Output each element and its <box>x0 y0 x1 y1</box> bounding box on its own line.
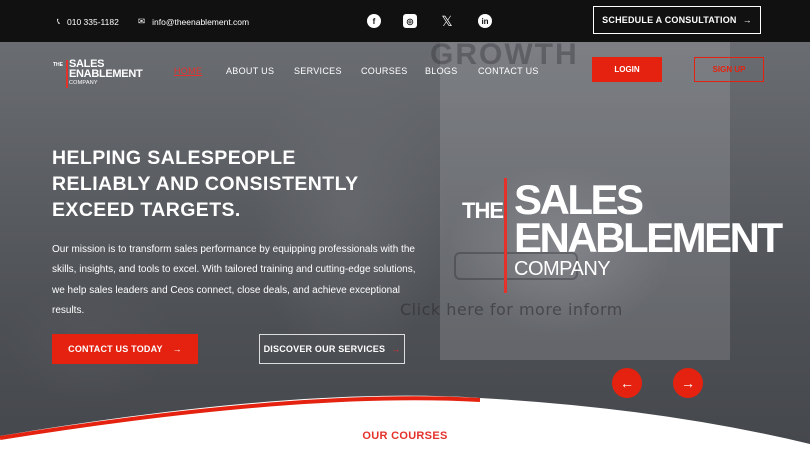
discover-services-button[interactable]: DISCOVER OUR SERVICES → <box>259 334 405 364</box>
hero-logo-line3: COMPANY <box>514 258 611 280</box>
hero-logo-line2: ENABLEMENT <box>514 214 783 261</box>
whiteboard-caption: Click here for more inform <box>400 300 623 319</box>
instagram-icon[interactable]: ◎ <box>403 14 417 28</box>
logo-bar <box>66 60 68 88</box>
logo-line3: COMPANY <box>69 80 98 86</box>
hero-headline: HELPING SALESPEOPLE RELIABLY AND CONSIST… <box>52 145 412 223</box>
headline-line-3: EXCEED TARGETS. <box>52 199 241 221</box>
nav-about-us[interactable]: ABOUT US <box>226 66 274 76</box>
logo-line2: ENABLEMENT <box>69 68 143 80</box>
email-contact[interactable]: ✉ info@theenablement.com <box>138 16 249 27</box>
phone-number: 010 335-1182 <box>66 16 119 27</box>
mail-icon: ✉ <box>138 16 146 26</box>
nav-home[interactable]: HOME <box>174 66 202 76</box>
hero-logo-bar <box>504 178 507 293</box>
hero-logo-line1: SALES <box>514 176 644 223</box>
headline-line-1: HELPING SALESPEOPLE <box>52 147 296 169</box>
x-icon[interactable]: 𝕏 <box>440 13 454 29</box>
headline-line-2: RELIABLY AND CONSISTENTLY <box>52 173 359 195</box>
email-address: info@theenablement.com <box>152 16 250 27</box>
nav-services[interactable]: SERVICES <box>294 66 342 76</box>
nav-blogs[interactable]: BLOGS <box>425 66 458 76</box>
nav-courses[interactable]: COURSES <box>361 66 408 76</box>
signup-button[interactable]: SIGN UP <box>694 57 764 82</box>
schedule-label: SCHEDULE A CONSULTATION <box>602 15 737 25</box>
hero-logo-the: THE <box>462 198 504 223</box>
logo-the: THE <box>53 62 63 68</box>
contact-us-today-button[interactable]: CONTACT US TODAY → <box>52 334 198 364</box>
login-button[interactable]: LOGIN <box>592 57 662 82</box>
arrow-right-icon: → <box>172 344 182 354</box>
page: GROWTH Click here for more inform 📞︎ 010… <box>0 0 810 456</box>
arrow-right-icon: → <box>742 15 752 25</box>
nav-contact-us[interactable]: CONTACT US <box>478 66 539 76</box>
schedule-consultation-button[interactable]: SCHEDULE A CONSULTATION → <box>593 6 761 34</box>
site-logo[interactable]: THE SALES ENABLEMENT COMPANY <box>53 59 145 88</box>
contact-us-label: CONTACT US TODAY <box>68 344 163 354</box>
phone-contact[interactable]: 📞︎ 010 335-1182 <box>57 16 119 27</box>
discover-label: DISCOVER OUR SERVICES <box>263 344 386 354</box>
section-divider-curve <box>0 395 810 456</box>
mission-text: Our mission is to transform sales perfor… <box>52 244 416 316</box>
section-title-courses: OUR COURSES <box>362 430 448 442</box>
facebook-icon[interactable]: f <box>367 14 381 28</box>
phone-icon: 📞︎ <box>57 16 60 26</box>
linkedin-icon[interactable]: in <box>478 14 492 28</box>
hero-logo: THE SALES ENABLEMENT COMPANY <box>462 176 783 298</box>
arrow-right-icon: → <box>391 344 401 354</box>
